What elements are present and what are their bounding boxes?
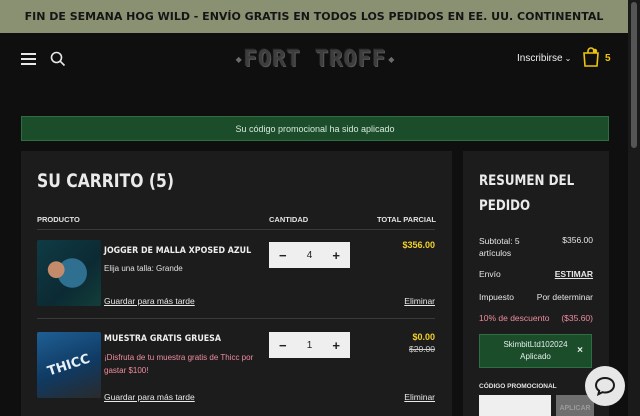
applied-promo-code: SkimbitLtd102024 Aplicado × bbox=[479, 334, 592, 368]
signup-dropdown[interactable]: Inscribirse ⌄ bbox=[517, 53, 571, 64]
remove-code-icon[interactable]: × bbox=[577, 345, 583, 357]
scrollbar-thumb[interactable] bbox=[631, 2, 637, 148]
summary-title: RESUMEN DEL PEDIDO bbox=[479, 173, 575, 214]
save-for-later-link[interactable]: Guardar para más tarde bbox=[104, 392, 195, 402]
increase-quantity-button[interactable]: + bbox=[332, 338, 340, 353]
divider bbox=[37, 229, 435, 230]
item-original-price: $20.00 bbox=[409, 344, 435, 354]
chevron-down-icon: ⌄ bbox=[564, 54, 572, 63]
decrease-quantity-button[interactable]: − bbox=[279, 248, 287, 263]
decrease-quantity-button[interactable]: − bbox=[279, 338, 287, 353]
applied-status: Aplicado bbox=[520, 352, 551, 361]
search-icon[interactable] bbox=[50, 51, 66, 67]
promo-applied-banner: Su código promocional ha sido aplicado bbox=[21, 116, 609, 141]
remove-item-link[interactable]: Eliminar bbox=[404, 392, 435, 402]
shipping-row: Envío ESTIMAR bbox=[479, 269, 593, 279]
product-image-jogger[interactable] bbox=[37, 240, 101, 306]
column-header-subtotal: TOTAL PARCIAL bbox=[376, 215, 436, 224]
tax-value: Por determinar bbox=[536, 292, 593, 302]
promo-code-label: CÓDIGO PROMOCIONAL bbox=[479, 383, 557, 390]
estimate-shipping-link[interactable]: ESTIMAR bbox=[555, 269, 593, 279]
cart-panel: SU CARRITO (5) PRODUCTO CANTIDAD TOTAL P… bbox=[21, 151, 452, 416]
column-header-quantity: CANTIDAD bbox=[269, 215, 309, 224]
site-logo[interactable]: ◆ FORT TROFF ◆ bbox=[222, 46, 408, 72]
item-price: $0.00 bbox=[412, 332, 435, 342]
menu-icon[interactable] bbox=[21, 53, 36, 65]
quantity-value[interactable]: 1 bbox=[307, 340, 313, 351]
column-header-product: PRODUCTO bbox=[37, 215, 80, 224]
item-price: $356.00 bbox=[402, 240, 435, 250]
cart-count-badge: 5 bbox=[605, 53, 611, 64]
remove-item-link[interactable]: Eliminar bbox=[404, 296, 435, 306]
cart-title: SU CARRITO (5) bbox=[37, 170, 174, 192]
save-for-later-link[interactable]: Guardar para más tarde bbox=[104, 296, 195, 306]
increase-quantity-button[interactable]: + bbox=[332, 248, 340, 263]
item-name[interactable]: MUESTRA GRATIS GRUESA bbox=[104, 334, 221, 344]
subtotal-value: $356.00 bbox=[562, 235, 593, 245]
promo-code-input[interactable] bbox=[479, 395, 551, 416]
tax-row: Impuesto Por determinar bbox=[479, 292, 593, 302]
announcement-bar: FIN DE SEMANA HOG WILD - ENVÍO GRATIS EN… bbox=[0, 0, 628, 33]
cart-bag-icon[interactable] bbox=[582, 47, 600, 67]
site-header: ◆ FORT TROFF ◆ Inscribirse ⌄ 5 bbox=[0, 33, 628, 85]
quantity-value[interactable]: 4 bbox=[307, 250, 313, 261]
discount-value: ($35.60) bbox=[561, 313, 593, 323]
item-option: Elija una talla: Grande bbox=[104, 264, 183, 273]
subtotal-row: Subtotal: 5 artículos $356.00 bbox=[479, 235, 593, 258]
chat-button[interactable] bbox=[585, 366, 625, 406]
logo-ornament-icon: ◆ bbox=[388, 54, 395, 64]
quantity-stepper: − 1 + bbox=[269, 332, 350, 358]
product-image-thicc-sample[interactable]: THICC bbox=[37, 332, 101, 398]
quantity-stepper: − 4 + bbox=[269, 242, 350, 268]
chat-bubble-icon bbox=[594, 376, 616, 396]
item-name[interactable]: JOGGER DE MALLA XPOSED AZUL bbox=[104, 246, 251, 256]
logo-ornament-icon: ◆ bbox=[235, 54, 242, 64]
discount-row: 10% de descuento ($35.60) bbox=[479, 313, 593, 323]
applied-code-text: SkimbitLtd102024 bbox=[503, 340, 568, 349]
item-option: ¡Disfruta de tu muestra gratis de Thicc … bbox=[104, 353, 254, 375]
divider bbox=[37, 318, 435, 319]
